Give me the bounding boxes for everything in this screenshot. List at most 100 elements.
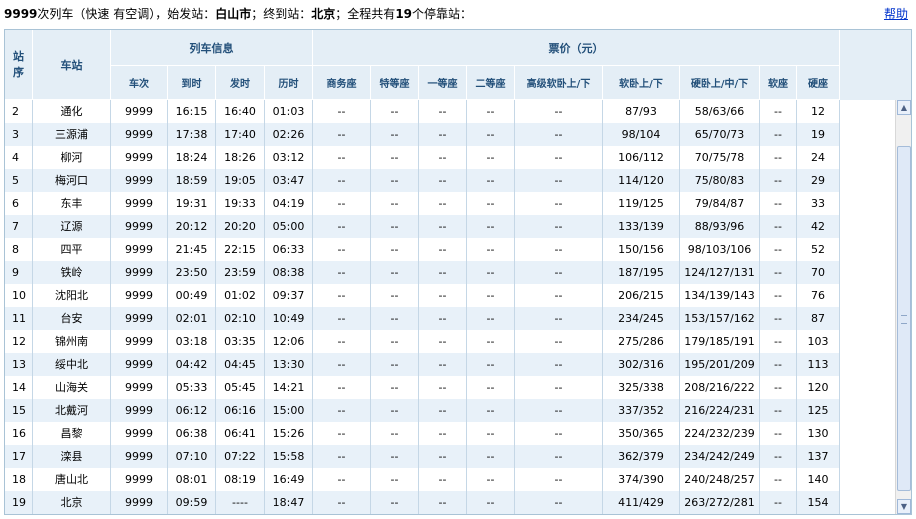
table-cell: 18:24: [168, 146, 216, 169]
table-cell: 106/112: [603, 146, 680, 169]
table-cell: 9999: [111, 123, 168, 146]
table-cell: 20:20: [216, 215, 265, 238]
table-cell: --: [419, 146, 467, 169]
table-cell: --: [419, 399, 467, 422]
scroll-thumb[interactable]: [897, 146, 911, 491]
table-row: 9 铁岭 9999 23:50 23:59 08:38 -- -- -- -- -- 187/195 1…: [5, 261, 840, 284]
table-cell: 12: [797, 100, 840, 123]
table-cell: 05:45: [216, 376, 265, 399]
station-name-cell: 梅河口: [33, 169, 111, 192]
table-cell: --: [313, 146, 371, 169]
scroll-up-button[interactable]: ▲: [897, 100, 911, 115]
table-cell: --: [760, 307, 797, 330]
table-cell: 9999: [111, 468, 168, 491]
table-row: 19 北京 9999 09:59 ---- 18:47 -- -- -- -- -- 411/429 2…: [5, 491, 840, 514]
table-cell: --: [371, 261, 419, 284]
table-cell: 9999: [111, 376, 168, 399]
table-cell: 04:45: [216, 353, 265, 376]
table-cell: --: [371, 468, 419, 491]
table-cell: 2: [5, 100, 33, 123]
table-cell: 08:38: [265, 261, 313, 284]
header-col-12: 硬座: [797, 66, 840, 100]
table-cell: 140: [797, 468, 840, 491]
table-cell: 22:15: [216, 238, 265, 261]
table-cell: 15:58: [265, 445, 313, 468]
table-cell: 195/201/209: [680, 353, 760, 376]
table-cell: 19: [797, 123, 840, 146]
station-name-cell: 台安: [33, 307, 111, 330]
table-cell: --: [515, 353, 603, 376]
table-cell: --: [467, 238, 515, 261]
table-row: 15 北戴河 9999 06:12 06:16 15:00 -- -- -- -- -- 337/35…: [5, 399, 840, 422]
table-cell: 134/139/143: [680, 284, 760, 307]
table-cell: 153/157/162: [680, 307, 760, 330]
table-cell: 350/365: [603, 422, 680, 445]
scroll-down-button[interactable]: ▼: [897, 499, 911, 514]
header-col-11: 软座: [760, 66, 797, 100]
table-cell: --: [515, 284, 603, 307]
table-cell: 9999: [111, 422, 168, 445]
table-cell: --: [760, 330, 797, 353]
table-cell: --: [313, 123, 371, 146]
vertical-scrollbar[interactable]: ▲ ▼: [895, 100, 911, 514]
table-cell: --: [371, 491, 419, 514]
table-cell: --: [467, 169, 515, 192]
table-cell: 00:49: [168, 284, 216, 307]
table-cell: 103: [797, 330, 840, 353]
table-cell: --: [419, 238, 467, 261]
table-cell: --: [515, 422, 603, 445]
header-col-7: 二等座: [467, 66, 515, 100]
table-cell: 02:26: [265, 123, 313, 146]
title-text-part: 个停靠站：: [412, 7, 473, 21]
table-row: 7 辽源 9999 20:12 20:20 05:00 -- -- -- -- -- 133/139 8…: [5, 215, 840, 238]
table-cell: 06:33: [265, 238, 313, 261]
table-cell: 21:45: [168, 238, 216, 261]
station-name-cell: 沈阳北: [33, 284, 111, 307]
table-cell: 113: [797, 353, 840, 376]
table-cell: 70: [797, 261, 840, 284]
table-blank-area: [840, 100, 895, 514]
table-cell: --: [467, 399, 515, 422]
table-cell: --: [313, 422, 371, 445]
table-cell: 9999: [111, 146, 168, 169]
table-cell: 23:59: [216, 261, 265, 284]
table-cell: 29: [797, 169, 840, 192]
table-cell: --: [419, 100, 467, 123]
table-cell: --: [371, 445, 419, 468]
stop-count: 19: [395, 7, 413, 21]
table-cell: 240/248/257: [680, 468, 760, 491]
table-cell: 6: [5, 192, 33, 215]
table-header: 站 序车站 列车信息 票价（元） 车次 到时 发时 历时 商务座 特等座 一等座 二等座 高级软卧上/…: [5, 30, 911, 100]
table-cell: --: [419, 422, 467, 445]
table-cell: 9999: [111, 353, 168, 376]
help-link[interactable]: 帮助: [884, 5, 908, 22]
table-cell: --: [467, 123, 515, 146]
table-cell: 06:41: [216, 422, 265, 445]
table-cell: 06:12: [168, 399, 216, 422]
header-price: 票价（元）: [313, 30, 840, 66]
station-name-cell: 东丰: [33, 192, 111, 215]
title-text-part: （快速 有空调），始发站：: [73, 7, 216, 21]
table-cell: 16:49: [265, 468, 313, 491]
table-cell: --: [760, 353, 797, 376]
table-cell: 9999: [111, 399, 168, 422]
title-bar: 9999次列车（快速 有空调），始发站：白山市；终到站：北京；全程共有19个停靠…: [0, 0, 916, 28]
table-cell: --: [313, 192, 371, 215]
table-row: 18 唐山北 9999 08:01 08:19 16:49 -- -- -- -- -- 374/39…: [5, 468, 840, 491]
header-train-info: 列车信息: [111, 30, 313, 66]
table-cell: 114/120: [603, 169, 680, 192]
station-name-cell: 通化: [33, 100, 111, 123]
table-cell: 05:00: [265, 215, 313, 238]
table-cell: --: [371, 284, 419, 307]
table-cell: 02:10: [216, 307, 265, 330]
table-cell: 362/379: [603, 445, 680, 468]
table-cell: 9999: [111, 307, 168, 330]
table-cell: 275/286: [603, 330, 680, 353]
table-cell: 65/70/73: [680, 123, 760, 146]
table-cell: --: [515, 100, 603, 123]
header-col-10: 硬卧上/中/下: [680, 66, 760, 100]
table-cell: 03:47: [265, 169, 313, 192]
table-cell: 411/429: [603, 491, 680, 514]
table-cell: 3: [5, 123, 33, 146]
header-col-5: 特等座: [371, 66, 419, 100]
